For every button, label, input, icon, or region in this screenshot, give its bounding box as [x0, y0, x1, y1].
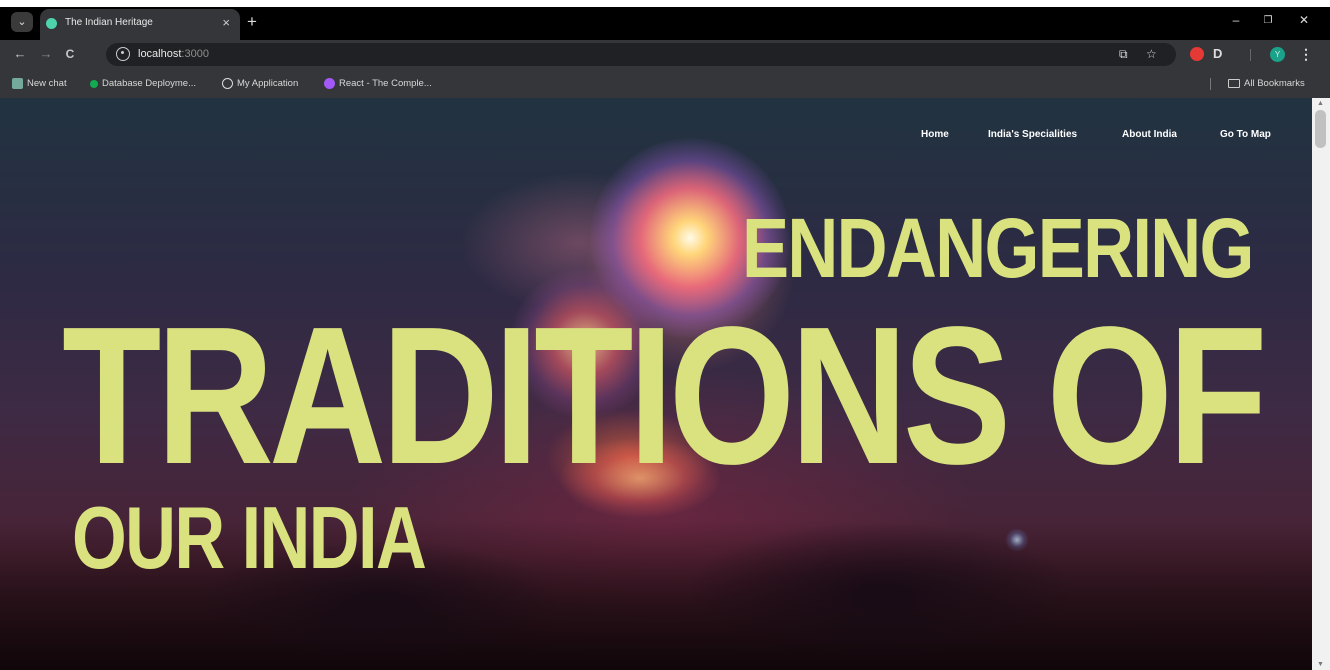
- close-window-button[interactable]: ✕: [1294, 13, 1314, 27]
- bookmark-star-icon[interactable]: ☆: [1146, 47, 1157, 61]
- favicon-icon: [46, 18, 57, 29]
- toolbar-divider: [1250, 49, 1251, 61]
- chatgpt-icon: [12, 78, 23, 89]
- nav-go-to-map[interactable]: Go To Map: [1220, 129, 1271, 140]
- bookmarks-divider: [1210, 78, 1211, 90]
- minimize-button[interactable]: –: [1226, 13, 1246, 27]
- scroll-thumb[interactable]: [1315, 110, 1326, 148]
- reload-button[interactable]: C: [62, 47, 78, 61]
- url-host: localhost: [138, 48, 182, 60]
- tab-search-button[interactable]: ⌄: [11, 12, 33, 32]
- globe-icon: [222, 78, 233, 89]
- url-text: localhost:3000: [138, 48, 209, 60]
- headline-line-2: TRADITIONS OF: [62, 286, 1267, 505]
- site-info-icon[interactable]: [116, 47, 130, 61]
- browser-toolbar: ← → C localhost:3000 ⧉ ☆ D Y ⋮: [0, 40, 1330, 70]
- bookmark-database-deployment[interactable]: Database Deployme...: [90, 78, 196, 89]
- nav-home[interactable]: Home: [921, 129, 949, 140]
- new-tab-button[interactable]: +: [247, 12, 257, 32]
- browser-tab[interactable]: The Indian Heritage ×: [40, 9, 240, 40]
- scroll-down-icon[interactable]: ▼: [1317, 661, 1324, 668]
- headline-line-1: ENDANGERING: [742, 201, 1254, 295]
- extensions-icon[interactable]: D: [1213, 46, 1222, 61]
- site-navigation: Home India's Specialities About India Go…: [0, 129, 1312, 143]
- browser-menu-icon[interactable]: ⋮: [1299, 46, 1313, 63]
- nav-about-india[interactable]: About India: [1122, 129, 1177, 140]
- bookmark-label: React - The Comple...: [339, 78, 432, 89]
- cast-icon[interactable]: ⧉: [1119, 47, 1128, 62]
- browser-window: ⌄ The Indian Heritage × + – ❐ ✕ ← → C lo…: [0, 0, 1330, 670]
- nav-indias-specialities[interactable]: India's Specialities: [988, 129, 1077, 140]
- tab-title: The Indian Heritage: [65, 17, 153, 28]
- back-button[interactable]: ←: [12, 46, 28, 61]
- scroll-up-icon[interactable]: ▲: [1317, 100, 1324, 107]
- headline-line-3: OUR INDIA: [72, 488, 427, 587]
- folder-icon: [1228, 79, 1240, 88]
- bookmark-react-course[interactable]: React - The Comple...: [324, 78, 432, 89]
- all-bookmarks-button[interactable]: All Bookmarks: [1228, 78, 1305, 89]
- title-bar: ⌄ The Indian Heritage × + – ❐ ✕: [0, 0, 1330, 40]
- bookmark-label: Database Deployme...: [102, 78, 196, 89]
- bookmark-label: My Application: [237, 78, 299, 89]
- tab-close-icon[interactable]: ×: [222, 15, 230, 30]
- page-hero: Home India's Specialities About India Go…: [0, 98, 1312, 670]
- udemy-icon: [324, 78, 335, 89]
- bookmark-label: New chat: [27, 78, 67, 89]
- all-bookmarks-label: All Bookmarks: [1244, 78, 1305, 89]
- url-port: :3000: [181, 48, 209, 60]
- address-bar[interactable]: localhost:3000 ⧉ ☆: [106, 43, 1176, 66]
- profile-avatar[interactable]: Y: [1270, 47, 1285, 62]
- bookmarks-bar: New chat Database Deployme... My Applica…: [0, 70, 1330, 98]
- bookmark-my-application[interactable]: My Application: [222, 78, 298, 89]
- mongodb-leaf-icon: [90, 79, 98, 88]
- extension-red-icon[interactable]: [1190, 47, 1204, 61]
- bookmark-new-chat[interactable]: New chat: [12, 78, 67, 89]
- restore-button[interactable]: ❐: [1258, 15, 1278, 26]
- page-scrollbar[interactable]: ▲ ▼: [1312, 98, 1330, 670]
- forward-button[interactable]: →: [38, 46, 54, 61]
